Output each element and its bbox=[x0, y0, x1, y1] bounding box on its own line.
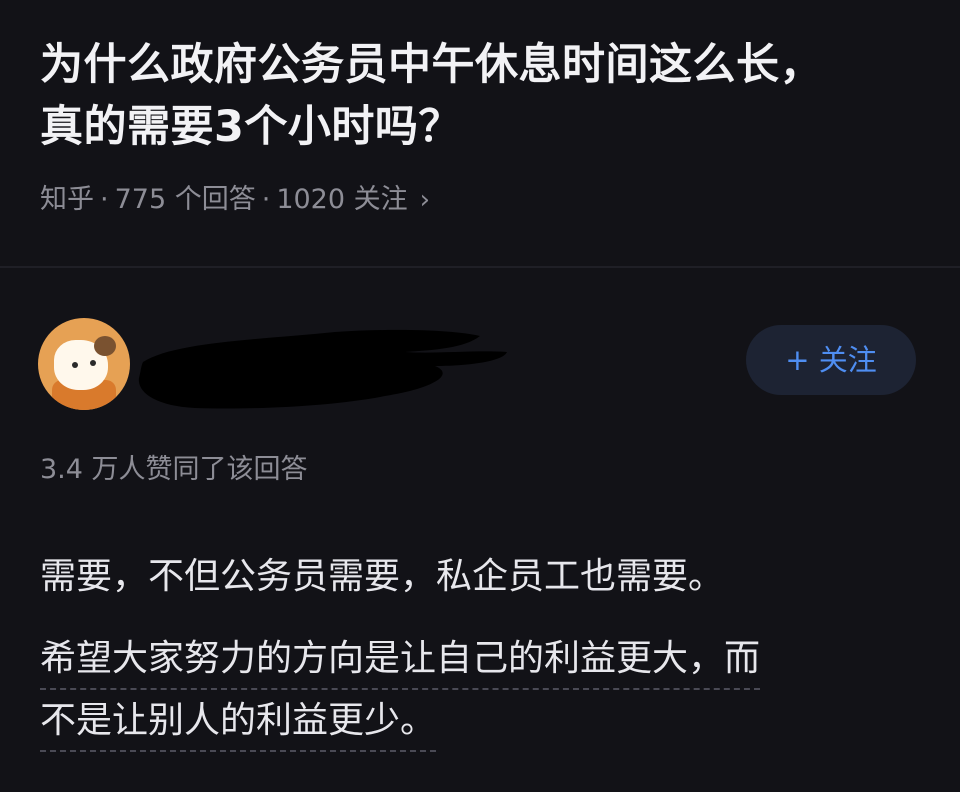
redacted-author-name bbox=[138, 329, 507, 409]
follower-count: 1020 关注 bbox=[276, 184, 408, 215]
source-label: 知乎 bbox=[40, 184, 94, 215]
question-title-line-1: 为什么政府公务员中午休息时间这么长， bbox=[40, 40, 823, 90]
meta-separator: · bbox=[100, 184, 109, 215]
question-title-line-2: 真的需要3个小时吗？ bbox=[40, 102, 462, 152]
follow-button[interactable]: + 关注 bbox=[746, 325, 916, 395]
avatar-eye bbox=[72, 362, 78, 368]
answer-body[interactable]: 需要，不但公务员需要，私企员工也需要。 希望大家努力的方向是让自己的利益更大，而… bbox=[40, 548, 920, 756]
author-avatar[interactable] bbox=[38, 318, 130, 410]
question-meta[interactable]: 知乎 · 775 个回答 · 1020 关注 › bbox=[40, 180, 430, 220]
meta-separator: · bbox=[261, 184, 271, 215]
chevron-right-icon: › bbox=[419, 185, 431, 215]
section-divider bbox=[0, 266, 960, 268]
answer-paragraph-2-line-2: 不是让别人的利益更少。 bbox=[40, 694, 437, 752]
answer-page: 为什么政府公务员中午休息时间这么长， 真的需要3个小时吗？ 知乎 · 775 个… bbox=[0, 0, 960, 792]
answer-count: 775 个回答 bbox=[114, 184, 256, 215]
answer-paragraph-2-line-1: 希望大家努力的方向是让自己的利益更大，而 bbox=[40, 632, 761, 690]
question-title[interactable]: 为什么政府公务员中午休息时间这么长， 真的需要3个小时吗？ bbox=[40, 34, 920, 158]
avatar-ear bbox=[94, 336, 116, 356]
agree-count: 3.4 万人赞同了该回答 bbox=[40, 454, 308, 485]
answer-paragraph-2: 希望大家努力的方向是让自己的利益更大，而 不是让别人的利益更少。 bbox=[40, 632, 920, 752]
answer-paragraph-1: 需要，不但公务员需要，私企员工也需要。 bbox=[40, 556, 725, 597]
avatar-eye bbox=[90, 360, 96, 366]
